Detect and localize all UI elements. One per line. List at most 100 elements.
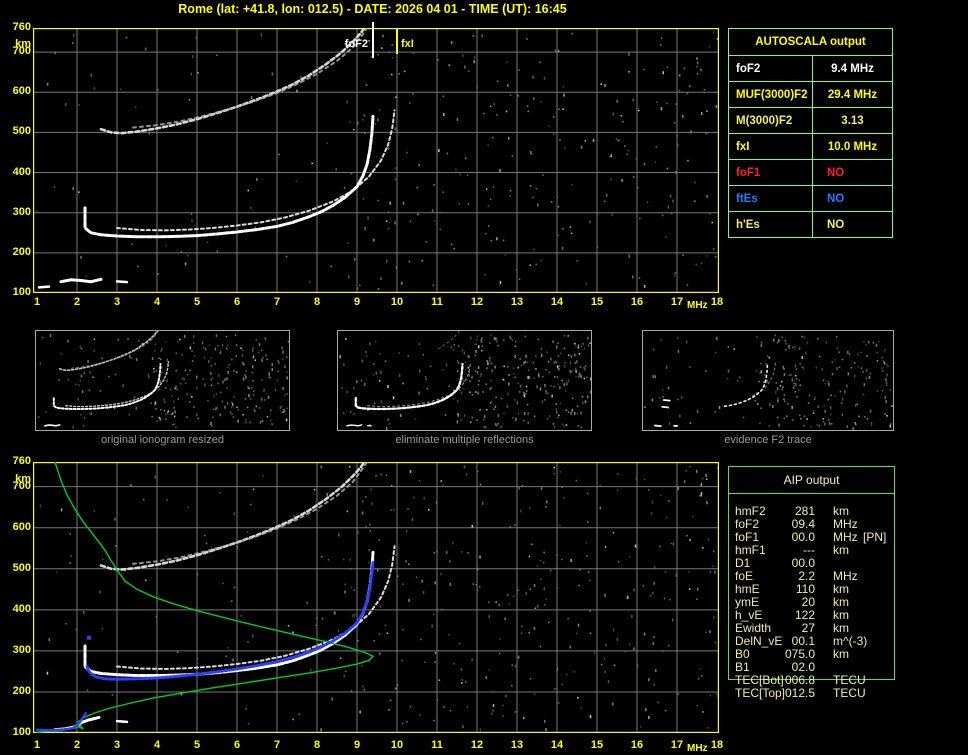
noise-dot xyxy=(371,502,373,505)
noise-dot xyxy=(666,66,668,68)
noise-dot xyxy=(454,248,456,250)
noise-dot xyxy=(99,591,101,594)
noise-dot xyxy=(515,355,517,358)
noise-dot xyxy=(464,414,466,417)
noise-dot xyxy=(668,206,670,209)
noise-dot xyxy=(673,543,675,546)
noise-dot xyxy=(769,357,771,359)
autoscala-row: MUF(3000)F229.4 MHz xyxy=(729,81,892,107)
fof2-marker-line xyxy=(372,22,374,58)
noise-dot xyxy=(380,371,382,374)
noise-dot xyxy=(255,227,257,229)
noise-dot xyxy=(814,399,816,401)
noise-dot xyxy=(179,339,181,341)
noise-dot xyxy=(483,113,485,115)
noise-dot xyxy=(570,371,572,374)
noise-dot xyxy=(353,388,355,390)
noise-dot xyxy=(356,380,358,383)
noise-dot xyxy=(674,122,676,124)
noise-dot xyxy=(858,366,860,368)
noise-dot xyxy=(563,497,565,499)
noise-dot xyxy=(633,647,635,650)
noise-dot xyxy=(575,368,577,371)
noise-dot xyxy=(617,638,619,641)
noise-dot xyxy=(218,374,220,377)
noise-dot xyxy=(481,350,483,352)
noise-dot xyxy=(593,139,595,142)
noise-dot xyxy=(828,399,830,401)
noise-dot xyxy=(248,723,250,725)
trace xyxy=(347,425,362,426)
noise-dot xyxy=(419,369,421,372)
y-tick-label: 100 xyxy=(3,286,31,299)
noise-dot xyxy=(574,412,576,415)
noise-dot xyxy=(181,354,183,356)
noise-dot xyxy=(548,361,550,363)
noise-dot xyxy=(340,657,342,659)
noise-dot xyxy=(580,366,582,368)
noise-dot xyxy=(322,618,324,620)
noise-dot xyxy=(799,347,801,350)
noise-dot xyxy=(170,389,172,391)
noise-dot xyxy=(661,37,663,39)
noise-dot xyxy=(214,363,216,365)
noise-dot xyxy=(499,638,501,640)
noise-dot xyxy=(525,355,527,358)
noise-dot xyxy=(665,571,667,573)
noise-dot xyxy=(192,360,194,362)
noise-dot xyxy=(164,410,166,412)
noise-dot xyxy=(714,571,716,574)
noise-dot xyxy=(486,409,488,411)
noise-dot xyxy=(621,179,623,182)
noise-dot xyxy=(781,381,783,383)
noise-dot xyxy=(309,281,311,283)
noise-dot xyxy=(617,490,619,492)
x-tick-label: 3 xyxy=(114,296,120,309)
noise-dot xyxy=(507,405,509,408)
y-tick-label: 400 xyxy=(3,166,31,179)
noise-dot xyxy=(488,205,490,207)
noise-dot xyxy=(507,393,509,396)
noise-dot xyxy=(556,346,558,349)
noise-dot xyxy=(65,623,67,625)
noise-dot xyxy=(512,665,514,667)
noise-dot xyxy=(537,605,539,608)
noise-dot xyxy=(49,638,51,641)
noise-dot xyxy=(633,588,635,591)
noise-dot xyxy=(80,256,82,259)
x-tick-label: 17 xyxy=(671,739,683,752)
noise-dot xyxy=(433,284,435,286)
noise-dot xyxy=(854,362,856,364)
noise-dot xyxy=(153,368,155,370)
noise-dot xyxy=(245,374,247,376)
noise-dot xyxy=(157,420,159,422)
noise-dot xyxy=(353,413,355,415)
noise-dot xyxy=(737,380,739,382)
noise-dot xyxy=(684,67,686,70)
noise-dot xyxy=(377,200,379,202)
noise-dot xyxy=(540,578,542,580)
noise-dot xyxy=(622,121,624,123)
noise-dot xyxy=(836,336,838,338)
noise-dot xyxy=(568,354,570,356)
noise-dot xyxy=(212,377,214,379)
noise-dot xyxy=(67,340,69,343)
noise-dot xyxy=(115,374,117,376)
noise-dot xyxy=(93,349,95,352)
noise-dot xyxy=(347,511,349,513)
noise-dot xyxy=(525,393,527,395)
noise-dot xyxy=(123,384,125,387)
noise-dot xyxy=(557,343,559,345)
noise-dot xyxy=(509,604,511,606)
x-tick-label: 17 xyxy=(671,296,683,309)
noise-dot xyxy=(487,362,489,365)
noise-dot xyxy=(410,470,412,473)
noise-dot xyxy=(459,643,461,645)
noise-dot xyxy=(773,339,775,342)
noise-dot xyxy=(864,416,866,418)
autoscala-row-label: fxI xyxy=(729,134,813,159)
autoscala-row-value: NO xyxy=(813,160,892,185)
noise-dot xyxy=(486,368,488,370)
noise-dot xyxy=(535,368,537,370)
noise-dot xyxy=(669,422,671,425)
